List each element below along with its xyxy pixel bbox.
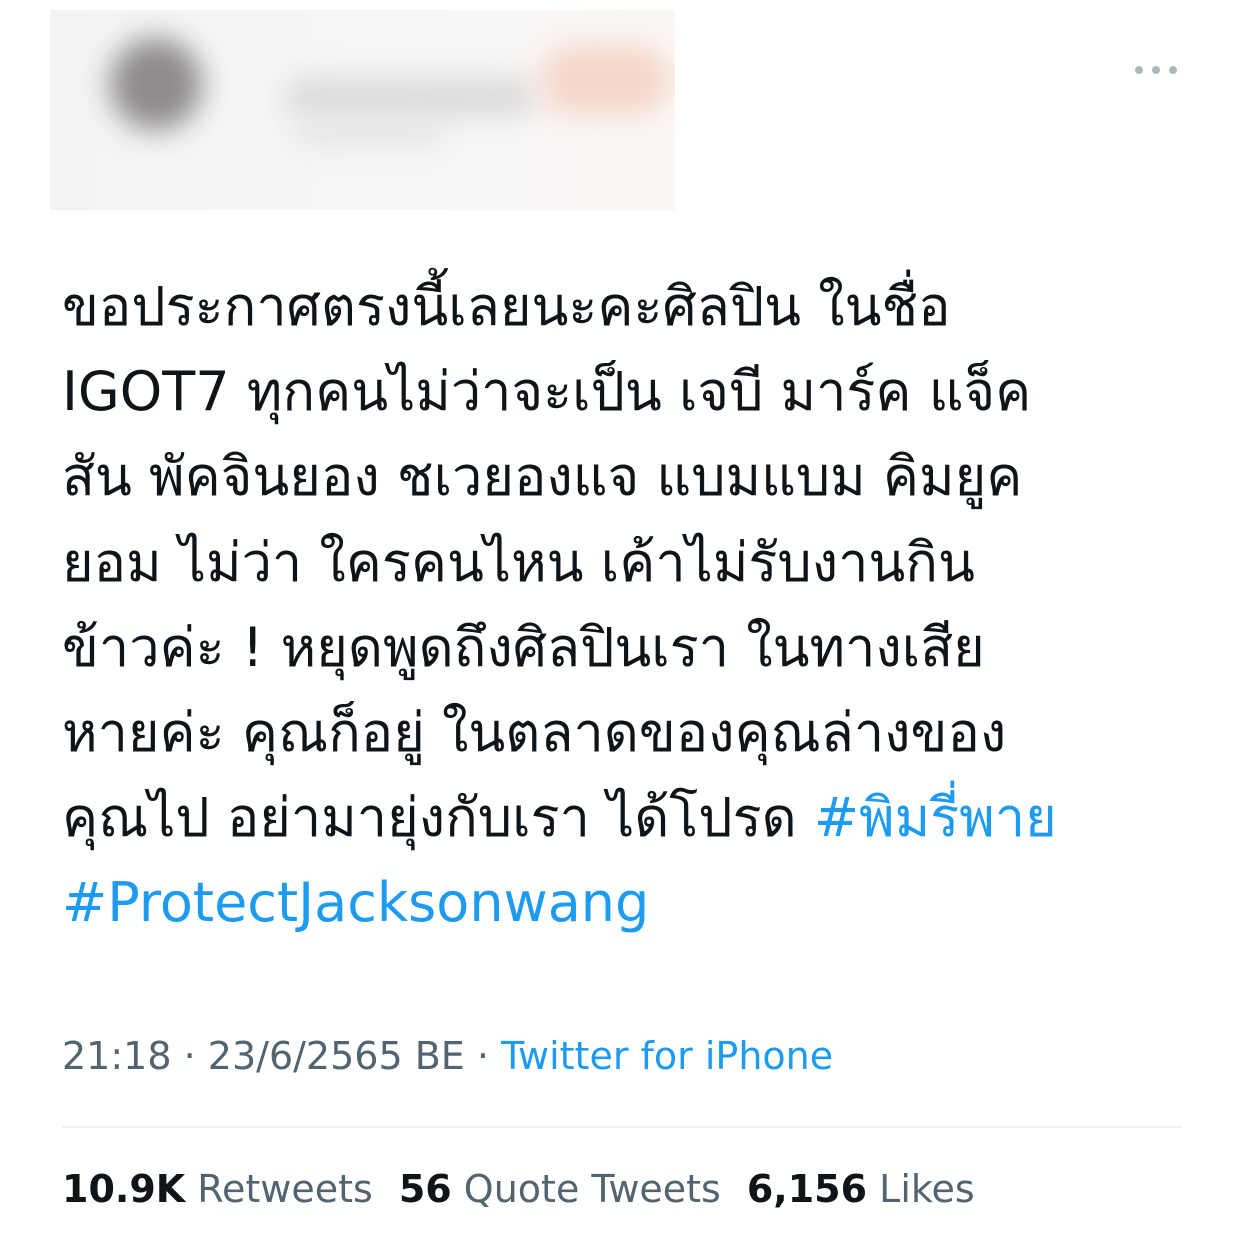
tweet-text: ขอประกาศตรงนี้เลยนะคะศิลปิน ในชื่อ IGOT7… bbox=[62, 264, 1172, 946]
tweet-body-line: IGOT7 ทุกคนไม่ว่าจะเป็น เจบี มาร์ค แจ็ค bbox=[62, 360, 1032, 424]
blurred-display-name bbox=[285, 78, 535, 116]
hashtag-link[interactable]: #ProtectJacksonwang bbox=[62, 871, 649, 934]
quote-tweets-stat[interactable]: 56 Quote Tweets bbox=[399, 1161, 721, 1217]
tweet-body-line: สัน พัคจินยอง ชเวยองแจ แบมแบม คิมยูค bbox=[62, 445, 1023, 509]
tweet-source-link[interactable]: Twitter for iPhone bbox=[501, 1034, 833, 1078]
tweet-metadata: 21:18 · 23/6/2565 BE · Twitter for iPhon… bbox=[62, 1024, 833, 1088]
tweet-body-line: หายค่ะ คุณก็อยู่ ในตลาดของคุณล่างของ bbox=[62, 701, 1007, 765]
quote-tweets-label: Quote Tweets bbox=[463, 1167, 721, 1211]
quote-tweets-count: 56 bbox=[398, 1167, 452, 1211]
metadata-separator: · bbox=[476, 1034, 489, 1078]
more-horizontal-icon bbox=[1135, 66, 1177, 74]
more-options-button[interactable] bbox=[1132, 58, 1180, 82]
blurred-username bbox=[295, 120, 445, 145]
tweet-body-line: ขอประกาศตรงนี้เลยนะคะศิลปิน ในชื่อ bbox=[62, 275, 951, 338]
blurred-author-header bbox=[50, 10, 675, 210]
likes-stat[interactable]: 6,156 Likes bbox=[747, 1161, 975, 1217]
likes-count: 6,156 bbox=[746, 1167, 868, 1211]
hashtag-link[interactable]: #พิมรี่พาย bbox=[814, 786, 1057, 849]
retweets-label: Retweets bbox=[197, 1167, 373, 1211]
likes-label: Likes bbox=[879, 1167, 975, 1211]
tweet-body-line: ยอม ไม่ว่า ใครคนไหน เค้าไม่รับงานกิน bbox=[62, 530, 975, 594]
tweet-body-line: ข้าวค่ะ ! หยุดพูดถึงศิลปินเรา ในทางเสีย bbox=[62, 615, 985, 679]
retweets-stat[interactable]: 10.9K Retweets bbox=[62, 1161, 373, 1217]
blurred-avatar bbox=[110, 38, 202, 130]
stats-divider bbox=[62, 1126, 1182, 1128]
retweets-count: 10.9K bbox=[62, 1167, 186, 1211]
tweet-time[interactable]: 21:18 bbox=[62, 1034, 172, 1078]
engagement-stats: 10.9K Retweets 56 Quote Tweets 6,156 Lik… bbox=[62, 1161, 975, 1217]
blurred-header-accent bbox=[540, 45, 670, 115]
tweet-date[interactable]: 23/6/2565 BE bbox=[208, 1034, 465, 1078]
metadata-separator: · bbox=[183, 1034, 196, 1078]
tweet-body-line: คุณไป อย่ามายุ่งกับเรา ได้โปรด bbox=[62, 786, 814, 850]
